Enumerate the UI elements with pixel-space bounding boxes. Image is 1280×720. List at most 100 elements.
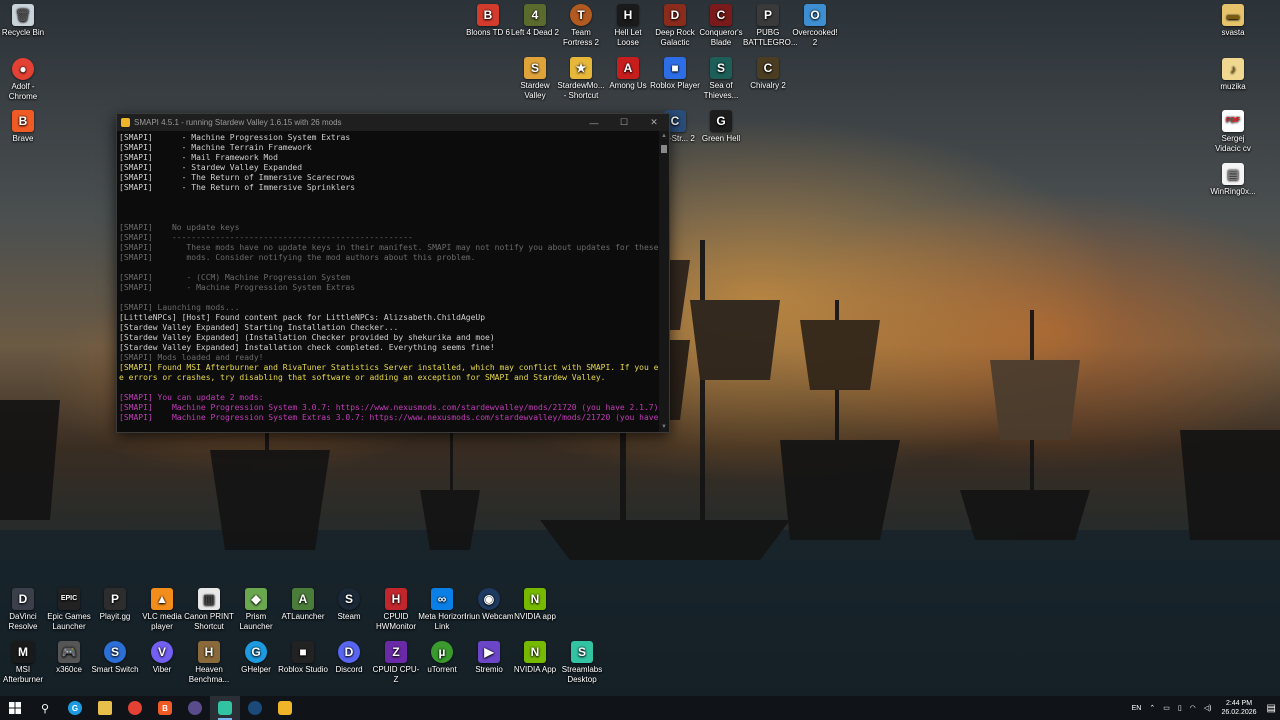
- davinci-icon: D: [12, 588, 34, 610]
- console-scrollbar[interactable]: ▲ ▼: [659, 131, 669, 432]
- desktop-icon-atlauncher[interactable]: A ATLauncher: [278, 588, 328, 622]
- desktop-icon-pubg[interactable]: P PUBG BATTLEGRO...: [743, 4, 798, 48]
- taskbar-brave[interactable]: B: [150, 696, 180, 720]
- system-tray: EN ⌃ ▭ ▯ ◠ ◁) 2:44 PM 26.02.2026 ▤: [1128, 696, 1280, 720]
- smart-switch-icon: S: [104, 641, 126, 663]
- desktop-icon-stremio[interactable]: ▶ Stremio: [464, 641, 514, 675]
- start-button[interactable]: [0, 696, 30, 720]
- desktop-icon-brave[interactable]: B Brave: [0, 110, 48, 144]
- language-indicator[interactable]: EN: [1132, 705, 1142, 712]
- chrome-icon: [128, 701, 142, 715]
- search-button[interactable]: ⚲: [30, 696, 60, 720]
- desktop-icon-stardew-mod[interactable]: ★ StardewMo... - Shortcut: [556, 57, 606, 101]
- console-line: [SMAPI] You can update 2 mods:: [119, 393, 264, 402]
- scrollbar-thumb[interactable]: [661, 145, 667, 153]
- desktop-icon-davinci[interactable]: D DaVinci Resolve: [0, 588, 48, 632]
- nvidia-icon: N: [524, 588, 546, 610]
- desktop-icon-canon[interactable]: ▥ Canon PRINT Shortcut: [184, 588, 234, 632]
- desktop-icon-nvidia-app-2[interactable]: N NVIDIA App: [510, 641, 560, 675]
- taskbar-ghelper[interactable]: G: [60, 696, 90, 720]
- desktop-icon-recycle-bin[interactable]: 🗑 Recycle Bin: [0, 4, 48, 38]
- desktop-icon-conquerors[interactable]: C Conqueror's Blade: [696, 4, 746, 48]
- desktop-icon-playitgg[interactable]: P Playit.gg: [90, 588, 140, 622]
- taskbar-obs[interactable]: [180, 696, 210, 720]
- desktop-icon-steam[interactable]: S Steam: [324, 588, 374, 622]
- volume-icon[interactable]: ◁): [1204, 704, 1212, 712]
- desktop-icon-overcooked[interactable]: O Overcooked! 2: [790, 4, 840, 48]
- desktop-icon-viber[interactable]: V Viber: [137, 641, 187, 675]
- desktop-icon-msi[interactable]: M MSI Afterburner: [0, 641, 48, 685]
- desktop-icon-roblox-player[interactable]: ■ Roblox Player: [650, 57, 700, 91]
- stardew-icon: S: [524, 57, 546, 79]
- desktop-icon-sergej-cv[interactable]: PDF Sergej Vidacic cv: [1208, 110, 1258, 154]
- desktop-icon-svasta[interactable]: ▬ svasta: [1208, 4, 1258, 38]
- desktop-icon-muzika[interactable]: ♪ muzika: [1208, 58, 1258, 92]
- sea-of-thieves-icon: S: [710, 57, 732, 79]
- meta-icon: ∞: [431, 588, 453, 610]
- desktop-icon-meta-link[interactable]: ∞ Meta Horizon Link: [417, 588, 467, 632]
- desktop-icon-green-hell[interactable]: G Green Hell: [696, 110, 746, 144]
- console-titlebar[interactable]: SMAPI 4.5.1 - running Stardew Valley 1.6…: [117, 114, 669, 131]
- taskbar-steam[interactable]: [240, 696, 270, 720]
- windows-icon: [9, 702, 21, 714]
- utorrent-icon: µ: [431, 641, 453, 663]
- desktop-icon-webcam[interactable]: ◉ Iriun Webcam: [464, 588, 514, 622]
- desktop-icon-smart-switch[interactable]: S Smart Switch: [90, 641, 140, 675]
- ghelper-icon: G: [68, 701, 82, 715]
- clock[interactable]: 2:44 PM 26.02.2026: [1222, 699, 1257, 717]
- desktop-icon-chivalry[interactable]: C Chivalry 2: [743, 57, 793, 91]
- desktop-icon-stardew[interactable]: S Stardew Valley: [510, 57, 560, 101]
- desktop-icon-prism[interactable]: ◆ Prism Launcher: [231, 588, 281, 632]
- desktop-icon-cpuz[interactable]: Z CPUID CPU-Z: [371, 641, 421, 685]
- desktop-icon-epic[interactable]: EPIC Epic Games Launcher: [44, 588, 94, 632]
- notification-icon[interactable]: ▤: [1267, 703, 1276, 714]
- taskbar-smapi[interactable]: [270, 696, 300, 720]
- desktop-icon-discord[interactable]: D Discord: [324, 641, 374, 675]
- search-icon: ⚲: [40, 702, 50, 715]
- folder-icon: [98, 701, 112, 715]
- maximize-button[interactable]: ☐: [609, 114, 639, 131]
- network-icon[interactable]: ▭: [1163, 704, 1170, 712]
- cpuz-icon: Z: [385, 641, 407, 663]
- smapi-console-window[interactable]: SMAPI 4.5.1 - running Stardew Valley 1.6…: [116, 113, 670, 433]
- console-line: e errors or crashes, try disabling that …: [119, 373, 606, 382]
- desktop-icon-chrome[interactable]: ● Adolf - Chrome: [0, 58, 48, 102]
- console-line: [SMAPI] - Mail Framework Mod: [119, 153, 278, 162]
- scroll-up-icon[interactable]: ▲: [661, 133, 667, 139]
- desktop-icon-utorrent[interactable]: µ uTorrent: [417, 641, 467, 675]
- console-line: [SMAPI] - Stardew Valley Expanded: [119, 163, 303, 172]
- desktop-icon-nvidia-app[interactable]: N NVIDIA app: [510, 588, 560, 622]
- taskbar-file-explorer[interactable]: [90, 696, 120, 720]
- console-output[interactable]: [SMAPI] - Machine Progression System Ext…: [117, 131, 659, 432]
- close-button[interactable]: ✕: [639, 114, 669, 131]
- desktop-icon-ghelper[interactable]: G GHelper: [231, 641, 281, 675]
- green-hell-icon: G: [710, 110, 732, 132]
- desktop-icon-x360ce[interactable]: 🎮 x360ce: [44, 641, 94, 675]
- desktop-icon-sea-of-thieves[interactable]: S Sea of Thieves...: [696, 57, 746, 101]
- taskbar-streamlabs[interactable]: [210, 696, 240, 720]
- desktop-icon-drg[interactable]: D Deep Rock Galactic: [650, 4, 700, 48]
- desktop-icon-heaven[interactable]: H Heaven Benchma...: [184, 641, 234, 685]
- pubg-icon: P: [757, 4, 779, 26]
- desktop-icon-vlc[interactable]: ▲ VLC media player: [137, 588, 187, 632]
- prism-icon: ◆: [245, 588, 267, 610]
- console-line: [SMAPI] These mods have no update keys i…: [119, 243, 659, 252]
- battery-icon[interactable]: ▯: [1178, 704, 1182, 712]
- desktop-icon-hwmonitor[interactable]: H CPUID HWMonitor: [371, 588, 421, 632]
- desktop-icon-hell-let-loose[interactable]: H Hell Let Loose: [603, 4, 653, 48]
- folder-icon: ▬: [1222, 4, 1244, 26]
- console-line: [SMAPI] Launching mods...: [119, 303, 240, 312]
- desktop-icon-streamlabs[interactable]: S Streamlabs Desktop: [557, 641, 607, 685]
- desktop-icon-tf2[interactable]: T Team Fortress 2: [556, 4, 606, 48]
- scroll-down-icon[interactable]: ▼: [661, 424, 667, 430]
- desktop-icon-winring[interactable]: ▤ WinRing0x...: [1208, 163, 1258, 197]
- wifi-icon[interactable]: ◠: [1190, 704, 1196, 712]
- file-icon: ▤: [1222, 163, 1244, 185]
- chevron-up-icon[interactable]: ⌃: [1149, 704, 1155, 712]
- minimize-button[interactable]: —: [579, 114, 609, 131]
- desktop-icon-among-us[interactable]: A Among Us: [603, 57, 653, 91]
- desktop-icon-roblox-studio[interactable]: ■ Roblox Studio: [278, 641, 328, 675]
- desktop-icon-bloons[interactable]: B Bloons TD 6: [463, 4, 513, 38]
- desktop-icon-l4d2[interactable]: 4 Left 4 Dead 2: [510, 4, 560, 38]
- taskbar-chrome[interactable]: [120, 696, 150, 720]
